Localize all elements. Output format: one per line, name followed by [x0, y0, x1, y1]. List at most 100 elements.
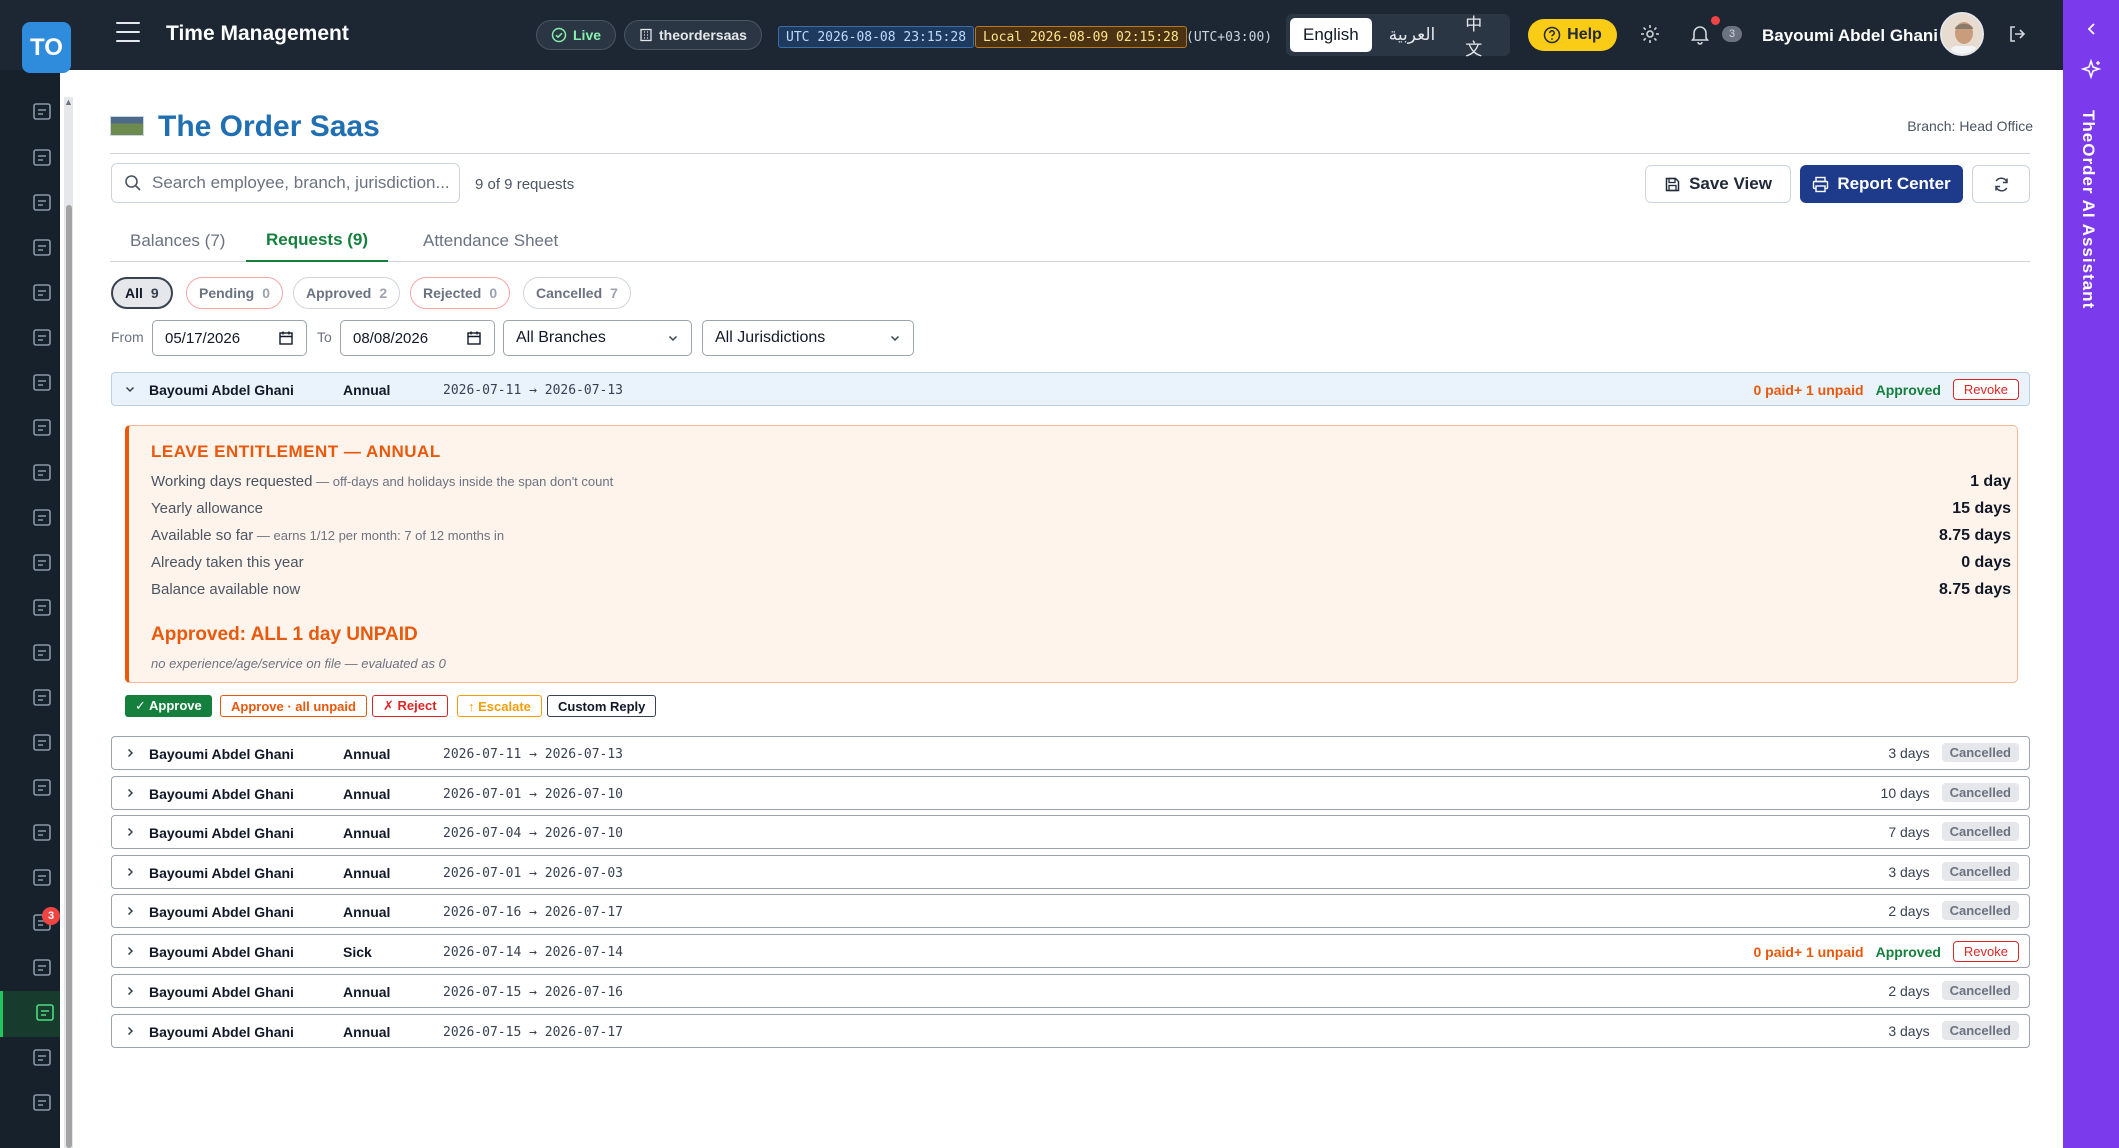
layers-icon[interactable]	[28, 281, 54, 307]
calendar-icon[interactable]	[466, 330, 482, 346]
wallet-icon[interactable]	[28, 551, 54, 577]
users-icon[interactable]	[28, 326, 54, 352]
custom-reply-button[interactable]: Custom Reply	[547, 695, 657, 717]
user-name[interactable]: Bayoumi Abdel Ghani	[1762, 26, 1938, 46]
day-count: 7 days	[1888, 823, 1930, 840]
chevron-right-icon[interactable]	[124, 866, 136, 878]
cart-icon[interactable]	[28, 100, 54, 126]
ferry-icon[interactable]	[28, 461, 54, 487]
tenant-badge[interactable]: theordersaas	[624, 20, 762, 50]
receipt-icon[interactable]	[28, 506, 54, 532]
table-row[interactable]: Bayoumi Abdel Ghani Annual 2026-07-01 → 20…	[111, 776, 2030, 810]
lang-arabic[interactable]: العربية	[1376, 18, 1448, 52]
notification-bell-icon[interactable]	[1688, 22, 1712, 46]
table-row[interactable]: Bayoumi Abdel Ghani Annual 2026-07-15 → 20…	[111, 974, 2030, 1008]
person-icon[interactable]	[28, 416, 54, 442]
search-box[interactable]	[111, 163, 460, 203]
chevron-right-icon[interactable]	[124, 747, 136, 759]
table-row[interactable]: Bayoumi Abdel Ghani Annual 2026-07-15 → 20…	[111, 1014, 2030, 1048]
settings-gear-icon[interactable]	[1638, 22, 1662, 46]
chevron-left-icon[interactable]	[2085, 22, 2099, 36]
employee-name: Bayoumi Abdel Ghani	[149, 382, 294, 398]
bar-chart-icon[interactable]	[28, 776, 54, 802]
entitlement-line: Yearly allowance 15 days	[151, 500, 2011, 517]
document-icon[interactable]	[28, 641, 54, 667]
report-center-button[interactable]: Report Center	[1800, 165, 1963, 203]
table-row[interactable]: Bayoumi Abdel Ghani Sick 2026-07-14 → 2026…	[111, 934, 2030, 968]
ai-assistant-label[interactable]: TheOrder AI Assistant	[2078, 110, 2098, 309]
filter-chip-approved[interactable]: Approved 2	[293, 277, 401, 309]
chip-count: 0	[489, 285, 498, 301]
to-date-input[interactable]: 08/08/2026	[340, 320, 495, 356]
status-badge: Cancelled	[1941, 901, 2019, 920]
avatar[interactable]	[1940, 12, 1984, 56]
approve-all-unpaid-button[interactable]: Approve · all unpaid	[220, 695, 367, 717]
tab-balances[interactable]: Balances (7)	[110, 220, 245, 262]
tab-bar: Balances (7) Requests (9) Attendance She…	[110, 220, 2030, 262]
escalate-button[interactable]: ↑ Escalate	[457, 695, 542, 717]
date-range: 2026-07-01 → 2026-07-10	[443, 787, 624, 802]
branch-select[interactable]: All Branches	[503, 320, 692, 356]
coins-icon[interactable]	[28, 821, 54, 847]
id-card-icon[interactable]	[28, 1046, 54, 1072]
logout-icon[interactable]	[2005, 22, 2029, 46]
chevron-right-icon[interactable]	[124, 945, 136, 957]
table-row[interactable]: Bayoumi Abdel Ghani Annual 2026-07-01 → 20…	[111, 855, 2030, 889]
filter-chip-pending[interactable]: Pending 0	[186, 277, 284, 309]
bank-icon[interactable]	[28, 596, 54, 622]
row-status-group: 0 paid+ 1 unpaid Approved Revoke	[1753, 941, 2019, 962]
filter-chip-rejected[interactable]: Rejected 0	[410, 277, 511, 309]
book-icon[interactable]	[28, 686, 54, 712]
chevron-right-icon[interactable]	[124, 985, 136, 997]
refresh-button[interactable]	[1972, 165, 2030, 203]
clipboard-check-icon[interactable]	[28, 146, 54, 172]
table-row[interactable]: Bayoumi Abdel Ghani Annual 2026-07-16 → 20…	[111, 894, 2030, 928]
dollar-icon[interactable]	[28, 731, 54, 757]
chevron-down-icon[interactable]	[124, 383, 136, 395]
lang-chinese[interactable]: 中文	[1452, 15, 1506, 59]
cube-icon[interactable]	[28, 236, 54, 262]
calendar-icon[interactable]	[278, 330, 294, 346]
scroll-up-arrow-icon[interactable]: ▲	[64, 97, 73, 107]
table-row[interactable]: Bayoumi Abdel Ghani Annual 2026-07-11 → 20…	[111, 736, 2030, 770]
chevron-right-icon[interactable]	[124, 787, 136, 799]
help-button[interactable]: Help	[1528, 19, 1617, 51]
row-status-group: 10 days Cancelled	[1881, 783, 2019, 802]
sidebar-scroll-thumb[interactable]	[66, 205, 72, 1148]
tab-requests[interactable]: Requests (9)	[246, 220, 389, 262]
revoke-button[interactable]: Revoke	[1952, 941, 2019, 962]
table-row[interactable]: Bayoumi Abdel Ghani Annual 2026-07-04 → 20…	[111, 815, 2030, 849]
employee-name: Bayoumi Abdel Ghani	[149, 786, 294, 802]
from-date-input[interactable]: 05/17/2026	[152, 320, 307, 356]
chevron-right-icon[interactable]	[124, 826, 136, 838]
archive-icon[interactable]	[28, 191, 54, 217]
branch-label: Branch: Head Office	[1907, 118, 2033, 134]
utc-label: UTC	[786, 29, 810, 45]
jurisdiction-select[interactable]: All Jurisdictions	[702, 320, 914, 356]
reject-button[interactable]: ✗ Reject	[372, 695, 448, 717]
calendar-clock-icon[interactable]	[0, 991, 60, 1037]
chip-label: All	[125, 285, 143, 301]
approve-button[interactable]: ✓ Approve	[125, 695, 212, 717]
status-badge: Approved	[1875, 943, 1941, 960]
table-row-expanded[interactable]: Bayoumi Abdel Ghani Annual 2026-07-11 → …	[111, 372, 2030, 406]
hamburger-menu-icon[interactable]	[116, 22, 140, 42]
chevron-right-icon[interactable]	[124, 905, 136, 917]
line-label: Already taken this year	[151, 554, 304, 571]
team-icon[interactable]	[28, 956, 54, 982]
search-input[interactable]	[152, 173, 452, 193]
line-value: 0 days	[1961, 554, 2011, 571]
sparkle-icon	[2080, 58, 2102, 80]
chevron-right-icon[interactable]	[124, 1025, 136, 1037]
activity-icon[interactable]	[28, 1091, 54, 1117]
save-view-button[interactable]: Save View	[1645, 165, 1791, 203]
revoke-button[interactable]: Revoke	[1952, 379, 2019, 400]
id-badge-icon[interactable]	[28, 371, 54, 397]
chip-label: Rejected	[423, 285, 482, 301]
inbox-icon[interactable]	[28, 866, 54, 892]
filter-chip-all[interactable]: All 9	[111, 277, 173, 309]
lang-english[interactable]: English	[1290, 18, 1372, 52]
filter-chip-cancelled[interactable]: Cancelled 7	[523, 277, 631, 309]
app-logo[interactable]: TO	[22, 22, 71, 73]
tab-attendance-sheet[interactable]: Attendance Sheet	[403, 220, 578, 262]
